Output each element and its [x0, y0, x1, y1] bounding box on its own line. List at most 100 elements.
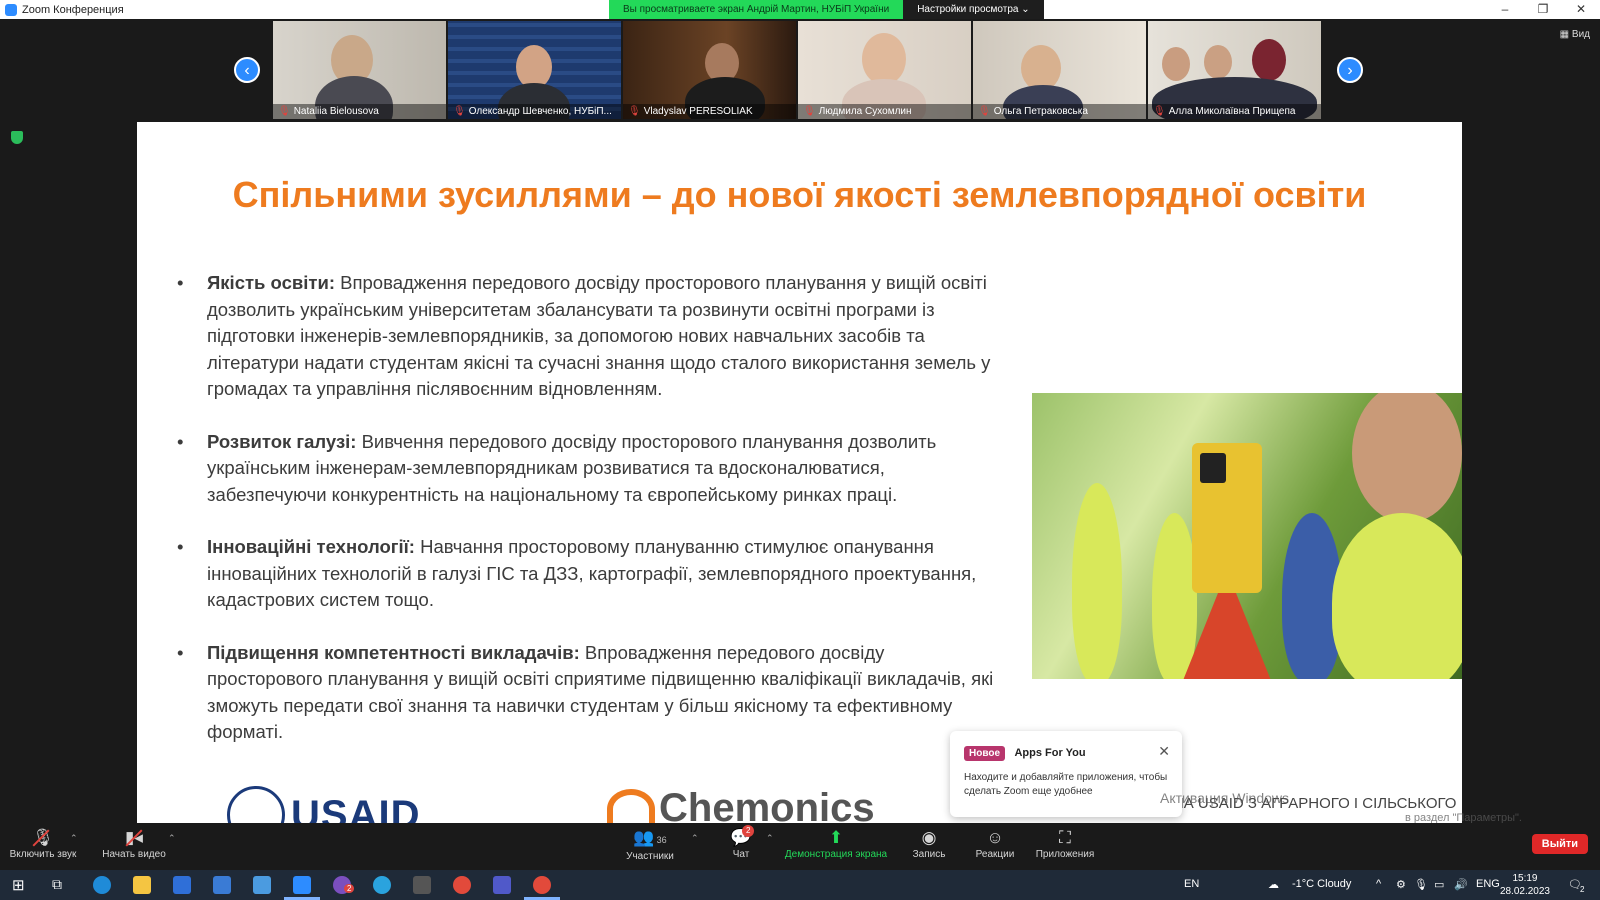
minimize-button[interactable]: –: [1486, 0, 1524, 19]
surveyors-photo: [1032, 393, 1462, 679]
telegram-icon[interactable]: [373, 876, 391, 894]
chat-button[interactable]: 💬 2 Чат: [726, 825, 756, 860]
bullet-heading: Розвиток галузі:: [207, 430, 357, 452]
participant-name: 🎙 Nataliia Bielousova: [273, 104, 446, 119]
record-button[interactable]: ◉ Запись: [910, 827, 948, 860]
participant-name: 🎙 Олександр Шевченко, НУБіП...: [448, 104, 621, 119]
participants-icon: 👥: [633, 828, 655, 847]
share-screen-button[interactable]: ⬆ Демонстрация экрана: [784, 827, 888, 860]
participants-chevron-icon[interactable]: ⌃: [691, 833, 699, 844]
participant-name: 🎙 Алла Миколаївна Прищепа: [1148, 104, 1321, 119]
reactions-label: Реакции: [975, 849, 1015, 860]
window-title: Zoom Конференция: [22, 3, 124, 16]
usaid-logo: USAID: [227, 786, 420, 823]
participant-tile[interactable]: 🎙 Людмила Сухомлин: [798, 21, 971, 119]
muted-mic-icon: 🎙: [803, 106, 816, 117]
network-app-icon[interactable]: [253, 876, 271, 894]
muted-mic-icon: 🎙: [453, 106, 466, 117]
muted-mic-icon: 🎙: [278, 106, 291, 117]
volume-icon[interactable]: 🔊: [1454, 878, 1468, 891]
participant-name: 🎙 Ольга Петраковська: [973, 104, 1146, 119]
restore-button[interactable]: ❐: [1524, 0, 1562, 19]
chat-chevron-icon[interactable]: ⌃: [766, 833, 774, 844]
keyboard-language[interactable]: ENG: [1476, 878, 1500, 890]
participants-count: 36: [656, 835, 667, 845]
window-controls: – ❐ ✕: [1486, 0, 1600, 19]
view-button[interactable]: ▦ Вид: [1560, 29, 1590, 40]
muted-mic-icon: 🎙: [1153, 106, 1166, 117]
windows-start-icon[interactable]: ⊞: [12, 876, 25, 894]
notification-title: Apps For You: [1014, 747, 1086, 759]
record-label: Запись: [912, 849, 946, 860]
audio-options-chevron-icon[interactable]: ⌃: [70, 833, 78, 844]
bullet-heading: Якість освіти:: [207, 272, 336, 293]
leave-button[interactable]: Выйти: [1531, 834, 1588, 854]
weather-text[interactable]: -1°C Cloudy: [1292, 878, 1351, 890]
slide-title: Спільними зусиллями – до нової якості зе…: [232, 174, 1367, 215]
clock-time: 15:19: [1512, 873, 1538, 884]
zoom-logo-icon: [5, 3, 17, 16]
zoom-taskbar-icon[interactable]: [293, 876, 311, 894]
reactions-button[interactable]: ☺ Реакции: [974, 827, 1016, 860]
notification-text: Находите и добавляйте приложения, чтобы …: [964, 772, 1168, 797]
participants-button[interactable]: 👥 36 Участники: [624, 827, 676, 862]
slide-bullet: Розвиток галузі: Вивчення передового дос…: [177, 429, 997, 509]
usaid-seal-icon: [227, 786, 285, 823]
tray-app-icon[interactable]: ⚙: [1396, 878, 1406, 891]
participant-name: 🎙 Людмила Сухомлин: [798, 104, 971, 119]
participant-tile[interactable]: 🎙 Алла Миколаївна Прищепа: [1148, 21, 1321, 119]
slide-bullet: Інноваційні технології: Навчання простор…: [177, 534, 997, 614]
input-language-indicator[interactable]: EN: [1184, 878, 1199, 890]
bullet-heading: Інноваційні технології:: [207, 536, 415, 557]
file-explorer-icon[interactable]: [133, 876, 151, 894]
slide-bullet-list: Якість освіти: Впровадження передового д…: [177, 270, 997, 772]
video-off-icon: ▮◂: [125, 828, 143, 847]
microphone-off-icon: 🎙: [32, 828, 54, 847]
tray-mic-icon[interactable]: 🎙: [1414, 878, 1428, 891]
chrome-profile-icon[interactable]: [533, 876, 551, 894]
mail-icon[interactable]: [213, 876, 231, 894]
notification-count: 2: [1580, 885, 1585, 894]
muted-mic-icon: 🎙: [978, 106, 991, 117]
apps-notification[interactable]: Новое Apps For You ✕ Находите и добавляй…: [950, 731, 1182, 817]
view-options-button[interactable]: Настройки просмотра ⌄: [903, 0, 1044, 19]
tray-chevron-icon[interactable]: ^: [1376, 878, 1381, 890]
weather-icon[interactable]: ☁: [1268, 878, 1279, 891]
system-clock[interactable]: 15:19 28.02.2023: [1500, 872, 1550, 898]
apps-button[interactable]: ⛶ Приложения: [1034, 827, 1096, 860]
gallery-next-button[interactable]: ›: [1337, 57, 1363, 83]
close-notification-icon[interactable]: ✕: [1158, 743, 1170, 760]
meeting-toolbar: 🎙 Включить звук ⌃ ▮◂ Начать видео ⌃ 👥 36 …: [0, 823, 1600, 870]
title-bar: Zoom Конференция Вы просматриваете экран…: [0, 0, 1600, 19]
participant-tile[interactable]: 🎙 Ольга Петраковська: [973, 21, 1146, 119]
participant-tile[interactable]: 🎙 Nataliia Bielousova: [273, 21, 446, 119]
chat-badge: 2: [742, 825, 755, 837]
store-icon[interactable]: [173, 876, 191, 894]
slide-bullet: Підвищення компетентності викладачів: Вп…: [177, 640, 997, 746]
unmute-button[interactable]: 🎙 Включить звук: [8, 827, 78, 860]
screen-share-banner: Вы просматриваете экран Андрій Мартин, Н…: [609, 0, 1044, 19]
close-button[interactable]: ✕: [1562, 0, 1600, 19]
apps-icon: ⛶: [1059, 828, 1071, 847]
participant-tile[interactable]: 🎙 Vladyslav PERESOLIAK: [623, 21, 796, 119]
participant-name: 🎙 Vladyslav PERESOLIAK: [623, 104, 796, 119]
share-screen-label: Демонстрация экрана: [784, 849, 888, 860]
windows-activation-watermark: Активация Windows: [1160, 790, 1290, 806]
unmute-label: Включить звук: [9, 849, 77, 860]
reactions-icon: ☺: [986, 828, 1004, 847]
video-options-chevron-icon[interactable]: ⌃: [168, 833, 176, 844]
chemonics-mark-icon: [607, 788, 655, 823]
teams-icon[interactable]: [493, 876, 511, 894]
font-app-icon[interactable]: [413, 876, 431, 894]
security-shield-icon[interactable]: [11, 131, 23, 144]
task-view-icon[interactable]: ⧉: [52, 876, 62, 893]
start-video-button[interactable]: ▮◂ Начать видео: [98, 827, 170, 860]
participant-tile[interactable]: 🎙 Олександр Шевченко, НУБіП...: [448, 21, 621, 119]
network-icon[interactable]: ▭: [1434, 878, 1444, 891]
clock-date: 28.02.2023: [1499, 886, 1550, 897]
gallery-prev-button[interactable]: ‹: [234, 57, 260, 83]
chrome-icon[interactable]: [453, 876, 471, 894]
chemonics-logo-text: Chemonics: [659, 786, 875, 823]
edge-icon[interactable]: [93, 876, 111, 894]
apps-label: Приложения: [1035, 849, 1095, 860]
